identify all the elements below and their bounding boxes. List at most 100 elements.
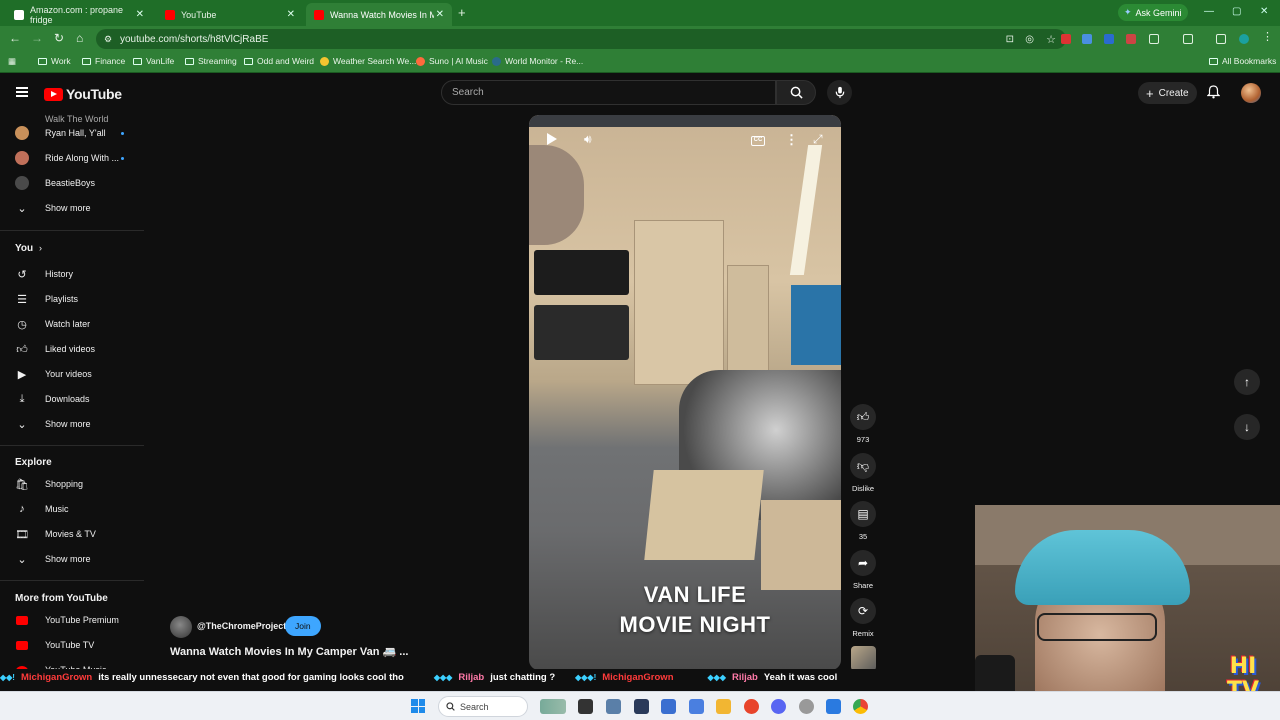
minimize-icon[interactable]: — <box>1204 6 1214 17</box>
extensions-puzzle-icon[interactable] <box>1149 34 1159 44</box>
sidebar-item-history[interactable]: ↺ History <box>0 263 140 285</box>
close-tab-icon[interactable]: ✕ <box>287 9 295 20</box>
comments-action[interactable]: ▤ 35 <box>850 501 876 541</box>
shorts-video-player[interactable]: 🔊︎ CC ⋮ ⤢ VAN LIFE MOVIE NIGHT <box>529 115 841 670</box>
channel-name[interactable]: @TheChromeProject <box>197 621 286 631</box>
sidebar-subscription-item[interactable]: Ryan Hall, Y'all <box>0 122 140 144</box>
sidebar-item-liked-videos[interactable]: 👍︎ Liked videos <box>0 338 140 360</box>
share-action[interactable]: ➦ Share <box>850 550 876 590</box>
sidebar-item-music[interactable]: ♪ Music <box>0 498 140 520</box>
sidebar-you-header[interactable]: You › <box>0 237 140 259</box>
previous-short-button[interactable]: ↑ <box>1234 369 1260 395</box>
sidebar-show-more[interactable]: ⌄ Show more <box>0 197 140 219</box>
back-icon[interactable]: ← <box>9 31 21 45</box>
app-icon[interactable] <box>744 699 759 714</box>
search-button[interactable] <box>776 80 816 105</box>
bookmark-suno[interactable]: Suno | AI Music <box>416 56 488 66</box>
notifications-bell-icon[interactable] <box>1206 85 1221 102</box>
mail-icon[interactable] <box>826 699 841 714</box>
bookmark-streaming[interactable]: Streaming <box>185 56 237 66</box>
task-view-icon[interactable] <box>578 699 593 714</box>
forward-icon[interactable]: → <box>31 31 43 45</box>
thumbs-up-icon[interactable]: 👍︎ <box>850 404 876 430</box>
comment-icon[interactable]: ▤ <box>850 501 876 527</box>
windows-start-icon[interactable] <box>411 699 425 713</box>
file-explorer-icon[interactable] <box>716 699 731 714</box>
account-avatar[interactable] <box>1241 83 1261 103</box>
play-icon[interactable] <box>547 133 557 145</box>
share-arrow-icon[interactable]: ➦ <box>850 550 876 576</box>
all-bookmarks[interactable]: All Bookmarks <box>1209 56 1276 66</box>
sidebar-item-youtube-tv[interactable]: YouTube TV <box>0 634 140 656</box>
search-input[interactable]: Search <box>441 80 776 105</box>
chrome-icon[interactable] <box>853 699 868 714</box>
site-info-icon[interactable]: ⚙ <box>104 34 112 45</box>
sidebar-subscription-item[interactable]: BeastieBoys <box>0 172 140 194</box>
more-options-icon[interactable]: ⋮ <box>785 132 798 148</box>
bookmark-weather[interactable]: Weather Search We... <box>320 56 416 66</box>
bookmark-world-monitor[interactable]: World Monitor - Re... <box>492 56 583 66</box>
sound-thumbnail[interactable] <box>851 646 876 671</box>
sidebar-item-playlists[interactable]: ☰ Playlists <box>0 288 140 310</box>
install-icon[interactable]: ⊡ <box>1006 34 1014 45</box>
captions-icon[interactable]: CC <box>751 136 765 146</box>
bookmark-finance[interactable]: Finance <box>82 56 125 66</box>
close-window-icon[interactable]: ✕ <box>1260 6 1268 17</box>
next-short-button[interactable]: ↓ <box>1234 414 1260 440</box>
fullscreen-icon[interactable]: ⤢ <box>813 132 823 147</box>
omnibox[interactable]: ⚙ youtube.com/shorts/h8tVlCjRaBE ⊡ ◎ ☆ <box>96 29 1066 49</box>
apps-grid-icon[interactable]: ▦ <box>8 56 16 67</box>
extension-icon[interactable] <box>1061 34 1071 44</box>
voice-search-button[interactable] <box>827 80 852 105</box>
bookmark-star-icon[interactable]: ☆ <box>1046 33 1056 46</box>
short-title[interactable]: Wanna Watch Movies In My Camper Van 🚐 ..… <box>170 645 408 658</box>
close-tab-icon[interactable]: ✕ <box>136 9 144 20</box>
eye-off-icon[interactable]: ◎ <box>1025 34 1034 45</box>
discord-icon[interactable] <box>771 699 786 714</box>
sidebar-show-more[interactable]: ⌄ Show more <box>0 413 140 435</box>
bookmark-odd-and-weird[interactable]: Odd and Weird <box>244 56 314 66</box>
settings-icon[interactable] <box>606 699 621 714</box>
sidebar-item-shopping[interactable]: 🛍︎ Shopping <box>0 473 140 495</box>
ask-gemini-button[interactable]: ✦ Ask Gemini <box>1118 4 1188 21</box>
tab-search-icon[interactable] <box>1216 34 1226 44</box>
menu-kebab-icon[interactable]: ⋮ <box>1262 30 1273 43</box>
sidebar-item-movies-tv[interactable]: 🎞︎ Movies & TV <box>0 523 140 545</box>
tab-youtube[interactable]: YouTube ✕ <box>157 3 303 26</box>
remix-action[interactable]: ⟳ Remix <box>850 598 876 638</box>
widgets-icon[interactable] <box>540 699 566 714</box>
bookmark-work[interactable]: Work <box>38 56 71 66</box>
tab-short-active[interactable]: Wanna Watch Movies In My Ca ✕ <box>306 3 452 26</box>
home-icon[interactable]: ⌂ <box>76 31 83 45</box>
reload-icon[interactable]: ↻ <box>54 31 64 45</box>
channel-avatar[interactable] <box>170 616 192 638</box>
sidebar-item-youtube-premium[interactable]: YouTube Premium <box>0 609 140 631</box>
sidebar-show-more[interactable]: ⌄ Show more <box>0 548 140 570</box>
sidebar-item-downloads[interactable]: ⤓ Downloads <box>0 388 140 410</box>
bookmark-vanlife[interactable]: VanLife <box>133 56 174 66</box>
tab-amazon[interactable]: Amazon.com : propane fridge ✕ <box>6 3 152 26</box>
create-button[interactable]: + Create <box>1138 82 1197 104</box>
translate-extension-icon[interactable] <box>1082 34 1092 44</box>
extension-icon[interactable] <box>1104 34 1114 44</box>
maximize-icon[interactable]: ▢ <box>1232 6 1241 17</box>
chatgpt-icon[interactable] <box>799 699 814 714</box>
profile-avatar-icon[interactable] <box>1239 34 1249 44</box>
hamburger-menu-icon[interactable] <box>16 87 28 97</box>
sidepanel-icon[interactable] <box>1183 34 1193 44</box>
extension-icon[interactable] <box>1126 34 1136 44</box>
join-button[interactable]: Join <box>285 616 321 636</box>
taskbar-search[interactable]: Search <box>438 696 528 717</box>
close-tab-icon[interactable]: ✕ <box>436 9 444 20</box>
dislike-action[interactable]: 👎︎ Dislike <box>850 453 876 493</box>
volume-icon[interactable]: 🔊︎ <box>584 132 592 147</box>
remix-icon[interactable]: ⟳ <box>850 598 876 624</box>
youtube-logo[interactable]: YouTube <box>44 86 122 102</box>
notepad-icon[interactable] <box>689 699 704 714</box>
thumbs-down-icon[interactable]: 👎︎ <box>850 453 876 479</box>
new-tab-icon[interactable]: + <box>458 5 466 20</box>
sidebar-item-watch-later[interactable]: ◷ Watch later <box>0 313 140 335</box>
calculator-icon[interactable] <box>661 699 676 714</box>
app-icon[interactable] <box>634 699 649 714</box>
like-action[interactable]: 👍︎ 973 <box>850 404 876 444</box>
